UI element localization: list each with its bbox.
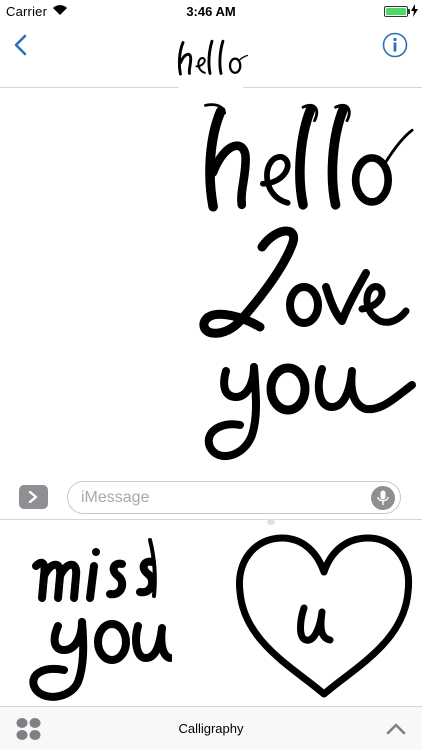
dictation-button[interactable] bbox=[371, 486, 395, 510]
chevron-up-icon bbox=[386, 723, 406, 735]
apps-toggle-button[interactable] bbox=[19, 485, 48, 509]
love-you-sticker-message[interactable] bbox=[196, 221, 418, 469]
battery-level bbox=[386, 8, 406, 15]
drawer-drag-handle[interactable] bbox=[267, 519, 275, 525]
conversation-header bbox=[0, 16, 422, 102]
charging-icon bbox=[411, 4, 418, 17]
app-title: Calligraphy bbox=[178, 721, 244, 736]
expand-button[interactable] bbox=[384, 720, 408, 738]
battery-icon bbox=[384, 6, 408, 17]
hello-sticker-icon bbox=[177, 39, 248, 76]
message-field[interactable] bbox=[67, 481, 401, 514]
chevron-left-icon bbox=[14, 34, 27, 56]
hello-sticker-message[interactable] bbox=[194, 97, 414, 217]
microphone-icon bbox=[377, 490, 389, 505]
miss-you-sticker[interactable] bbox=[22, 536, 172, 702]
battery-cap bbox=[408, 9, 410, 14]
app-bottom-bar: Calligraphy bbox=[0, 706, 422, 750]
heart-u-sticker[interactable] bbox=[234, 530, 414, 700]
chevron-right-icon bbox=[28, 491, 38, 503]
info-icon bbox=[382, 32, 408, 58]
back-button[interactable] bbox=[6, 30, 36, 60]
message-transcript bbox=[0, 89, 422, 473]
message-input[interactable] bbox=[81, 488, 361, 508]
compose-bar bbox=[0, 473, 422, 519]
sticker-drawer bbox=[0, 519, 422, 706]
info-button[interactable] bbox=[382, 32, 408, 58]
